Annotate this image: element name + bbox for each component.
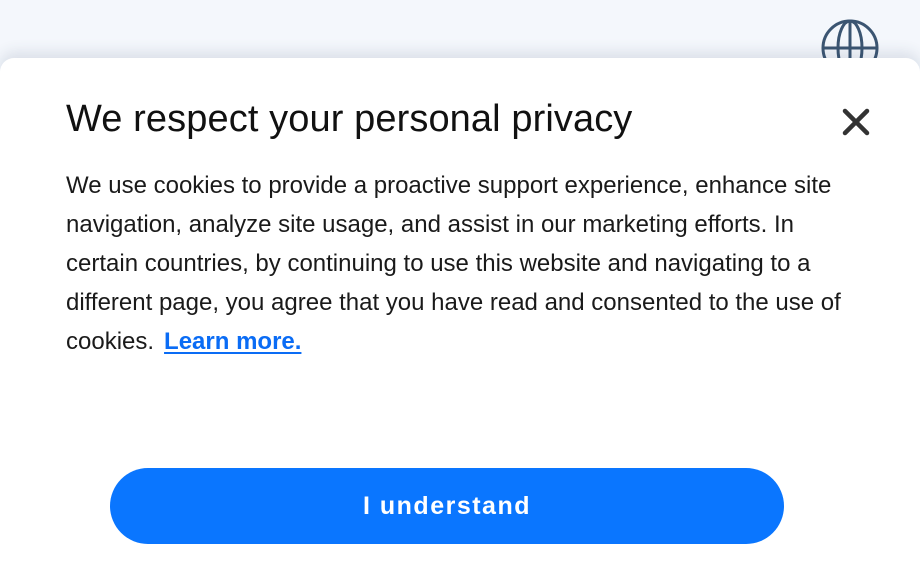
- dialog-body: We use cookies to provide a proactive su…: [66, 166, 866, 361]
- accept-cookies-button[interactable]: I understand: [110, 468, 784, 544]
- dialog-title: We respect your personal privacy: [66, 98, 633, 140]
- page-header-background: [0, 0, 920, 58]
- close-icon: [842, 108, 870, 136]
- learn-more-link[interactable]: Learn more.: [164, 328, 301, 355]
- close-button[interactable]: [834, 100, 878, 144]
- cookie-consent-dialog: We respect your personal privacy We use …: [0, 58, 920, 576]
